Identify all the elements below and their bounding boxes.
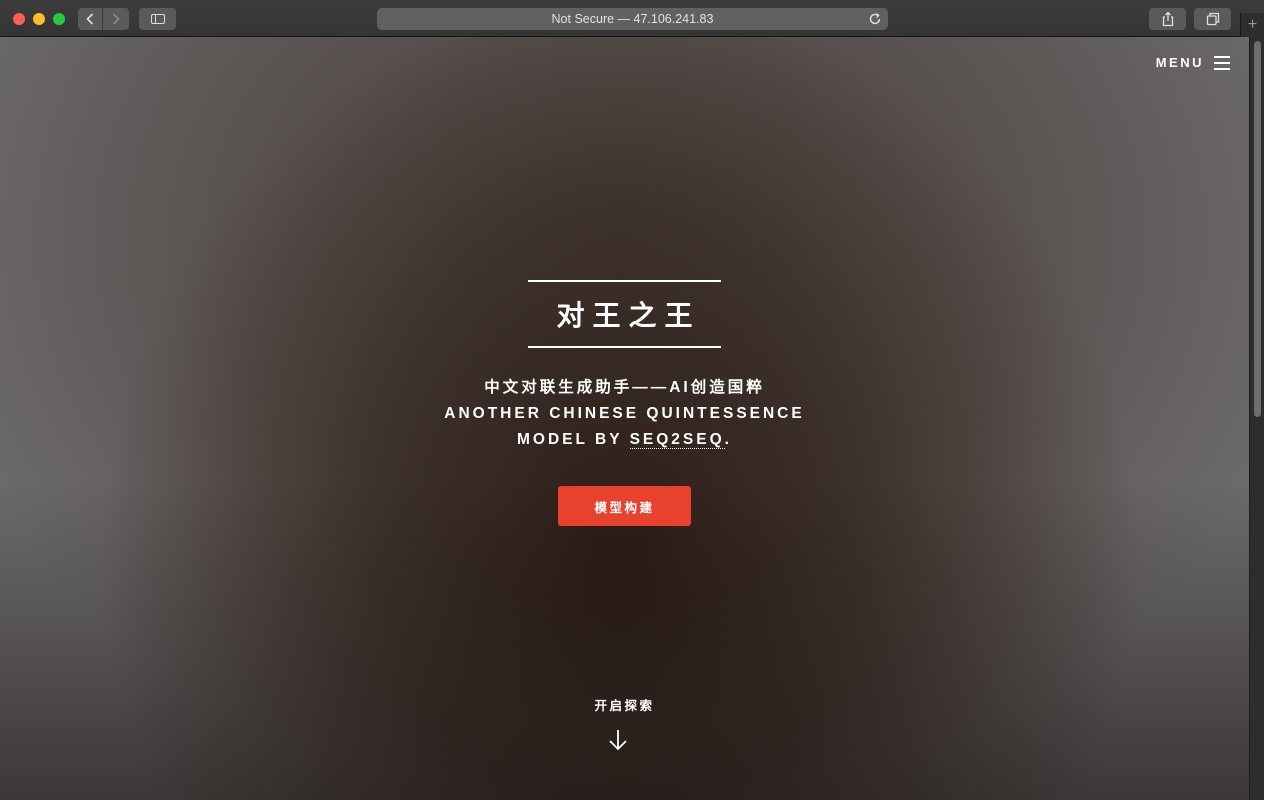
minimize-window-button[interactable] bbox=[33, 13, 45, 25]
close-window-button[interactable] bbox=[13, 13, 25, 25]
address-bar[interactable]: Not Secure — 47.106.241.83 bbox=[377, 8, 888, 30]
menu-label: MENU bbox=[1155, 55, 1204, 70]
page-viewport: MENU 对王之王 中文对联生成助手——AI创造国粹 ANOTHER CHINE… bbox=[0, 37, 1249, 800]
new-tab-button[interactable]: + bbox=[1240, 13, 1264, 37]
seq2seq-link[interactable]: SEQ2SEQ bbox=[629, 431, 725, 449]
site-title: 对王之王 bbox=[556, 300, 701, 331]
model-build-button[interactable]: 模型构建 bbox=[558, 486, 691, 526]
sidebar-icon bbox=[150, 14, 165, 24]
back-button[interactable] bbox=[78, 8, 103, 30]
history-nav bbox=[78, 8, 129, 30]
zoom-window-button[interactable] bbox=[53, 13, 65, 25]
subtitle-suffix: . bbox=[724, 431, 732, 448]
menu-button[interactable]: MENU bbox=[1156, 55, 1230, 70]
hamburger-icon bbox=[1214, 55, 1230, 70]
subtitle-line-2: ANOTHER CHINESE QUINTESSENCE bbox=[444, 405, 805, 422]
site-title-frame: 对王之王 bbox=[528, 280, 721, 348]
show-tabs-button[interactable] bbox=[1194, 8, 1231, 30]
share-button[interactable] bbox=[1149, 8, 1186, 30]
chevron-left-icon bbox=[86, 13, 94, 25]
subtitle-line-3: MODEL BY SEQ2SEQ. bbox=[0, 427, 1249, 453]
subtitle-line-1: 中文对联生成助手——AI创造国粹 bbox=[484, 379, 765, 396]
share-icon bbox=[1162, 11, 1173, 27]
chevron-right-icon bbox=[112, 13, 120, 25]
address-text: Not Secure — 47.106.241.83 bbox=[551, 12, 714, 26]
forward-button[interactable] bbox=[103, 8, 129, 30]
explore-label[interactable]: 开启探索 bbox=[0, 695, 1249, 714]
hero-subtitle: 中文对联生成助手——AI创造国粹 ANOTHER CHINESE QUINTES… bbox=[0, 375, 1249, 453]
scrollbar-thumb[interactable] bbox=[1254, 41, 1261, 417]
browser-toolbar: Not Secure — 47.106.241.83 + bbox=[0, 0, 1264, 37]
tabs-overview-icon bbox=[1206, 12, 1219, 26]
reload-icon[interactable] bbox=[868, 12, 882, 26]
arrow-down-icon[interactable] bbox=[607, 728, 629, 752]
sidebar-toggle-button[interactable] bbox=[139, 8, 176, 30]
scrollbar-track[interactable] bbox=[1249, 37, 1264, 800]
subtitle-prefix: MODEL BY bbox=[517, 431, 630, 448]
